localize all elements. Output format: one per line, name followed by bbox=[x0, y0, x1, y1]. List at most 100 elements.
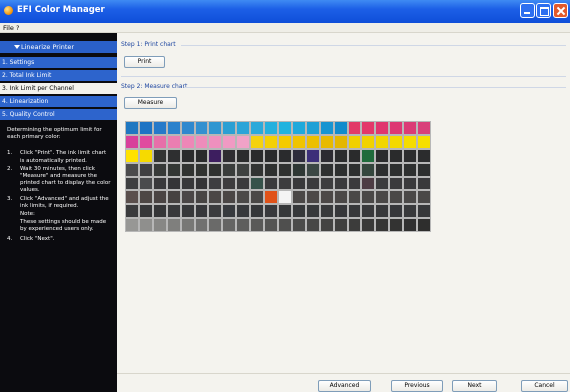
chart-patch bbox=[319, 148, 334, 163]
chart-patch bbox=[403, 148, 418, 163]
chart-patch bbox=[152, 148, 167, 163]
print-button[interactable]: Print bbox=[124, 56, 165, 68]
next-button[interactable]: Next bbox=[452, 380, 497, 392]
chart-patch bbox=[166, 190, 181, 205]
chart-patch bbox=[278, 134, 292, 149]
chart-patch bbox=[403, 218, 418, 232]
window-title: EFI Color Manager bbox=[17, 5, 105, 15]
maximize-button[interactable] bbox=[536, 3, 551, 18]
chart-patch bbox=[138, 190, 153, 205]
chart-patch bbox=[152, 190, 167, 205]
chart-patch bbox=[194, 204, 209, 219]
chart-patch bbox=[194, 121, 209, 135]
chart-patch bbox=[375, 148, 390, 163]
chart-patch bbox=[236, 134, 251, 149]
chart-patch bbox=[278, 121, 292, 135]
chart-patch bbox=[250, 162, 265, 177]
chart-patch bbox=[180, 176, 195, 191]
chart-patch bbox=[236, 218, 251, 232]
sidebar-item-ink-limit-per-channel[interactable]: 3. Ink Limit per Channel bbox=[0, 83, 117, 94]
chart-patch bbox=[222, 148, 237, 163]
chart-patch bbox=[417, 162, 431, 177]
sidebar-item-label: 5. Quality Control bbox=[2, 111, 55, 118]
chart-patch bbox=[389, 218, 404, 232]
chart-patch bbox=[278, 176, 292, 191]
chart-patch bbox=[138, 218, 153, 232]
help-step-text: Click "Advanced" and adjust the ink limi… bbox=[20, 195, 109, 209]
chart-patch bbox=[194, 218, 209, 232]
chart-patch bbox=[208, 190, 223, 205]
sidebar-item-quality-control[interactable]: 5. Quality Control bbox=[0, 109, 117, 120]
step1-title: Step 1: Print chart bbox=[121, 41, 176, 48]
chart-patch bbox=[333, 134, 348, 149]
chart-patch bbox=[166, 204, 181, 219]
sidebar-section-header[interactable]: Linearize Printer bbox=[0, 41, 117, 53]
chart-patch bbox=[194, 176, 209, 191]
chart-patch bbox=[152, 134, 167, 149]
chart-patch bbox=[417, 121, 431, 135]
help-step-number: 1. bbox=[7, 150, 13, 157]
chart-patch bbox=[222, 134, 237, 149]
chart-patch bbox=[319, 204, 334, 219]
chart-patch bbox=[305, 121, 320, 135]
chart-patch bbox=[319, 176, 334, 191]
chart-patch bbox=[208, 148, 223, 163]
help-text: Determining the optimum limit for each p… bbox=[7, 127, 111, 244]
chart-patch bbox=[264, 121, 278, 135]
chart-patch bbox=[291, 162, 306, 177]
menu-file[interactable]: File bbox=[3, 24, 14, 32]
chart-patch bbox=[319, 218, 334, 232]
chart-patch bbox=[152, 121, 167, 135]
chart-patch bbox=[417, 204, 431, 219]
chart-patch bbox=[291, 148, 306, 163]
cancel-button[interactable]: Cancel bbox=[521, 380, 568, 392]
chart-patch bbox=[236, 121, 251, 135]
chart-patch bbox=[125, 121, 139, 135]
chart-patch bbox=[250, 148, 265, 163]
chart-patch bbox=[180, 204, 195, 219]
chart-patch bbox=[291, 121, 306, 135]
chart-patch bbox=[417, 190, 431, 205]
help-step-text: These settings should be made by experie… bbox=[20, 219, 107, 233]
chart-patch bbox=[264, 218, 278, 232]
chart-patch bbox=[222, 121, 237, 135]
chart-patch bbox=[152, 204, 167, 219]
chart-patch bbox=[403, 190, 418, 205]
chart-patch bbox=[305, 218, 320, 232]
chart-patch bbox=[222, 162, 237, 177]
chart-patch bbox=[264, 204, 278, 219]
chart-patch bbox=[138, 176, 153, 191]
chart-patch bbox=[152, 218, 167, 232]
previous-button[interactable]: Previous bbox=[391, 380, 443, 392]
sidebar-item-settings[interactable]: 1. Settings bbox=[0, 57, 117, 68]
chart-patch bbox=[250, 134, 265, 149]
chart-patch bbox=[375, 121, 390, 135]
chart-patch bbox=[389, 162, 404, 177]
help-step-text: Click "Print". The ink limit chart is au… bbox=[20, 150, 107, 164]
help-step-text: Click "Next". bbox=[20, 235, 55, 242]
help-step: 1. Click "Print". The ink limit chart is … bbox=[7, 150, 111, 164]
chart-patch bbox=[125, 190, 139, 205]
measure-button[interactable]: Measure bbox=[124, 97, 177, 109]
chart-patch bbox=[417, 218, 431, 232]
minimize-button[interactable] bbox=[520, 3, 535, 18]
chart-patch bbox=[125, 204, 139, 219]
close-button[interactable] bbox=[553, 3, 568, 18]
chart-patch bbox=[417, 176, 431, 191]
chart-patch bbox=[166, 121, 181, 135]
chart-patch bbox=[417, 148, 431, 163]
step2-title: Step 2: Measure chart bbox=[121, 83, 188, 90]
chart-patch bbox=[138, 204, 153, 219]
chart-patch bbox=[278, 148, 292, 163]
chart-patch bbox=[347, 148, 362, 163]
advanced-button[interactable]: Advanced bbox=[318, 380, 371, 392]
menu-help[interactable]: ? bbox=[16, 24, 19, 32]
help-note-label: Note: bbox=[7, 211, 111, 218]
sidebar-item-linearization[interactable]: 4. Linearization bbox=[0, 96, 117, 107]
chart-patch bbox=[389, 148, 404, 163]
chart-patch bbox=[250, 204, 265, 219]
chart-patch bbox=[222, 218, 237, 232]
chart-patch bbox=[166, 134, 181, 149]
sidebar-item-total-ink-limit[interactable]: 2. Total Ink Limit bbox=[0, 70, 117, 81]
chart-patch bbox=[180, 134, 195, 149]
